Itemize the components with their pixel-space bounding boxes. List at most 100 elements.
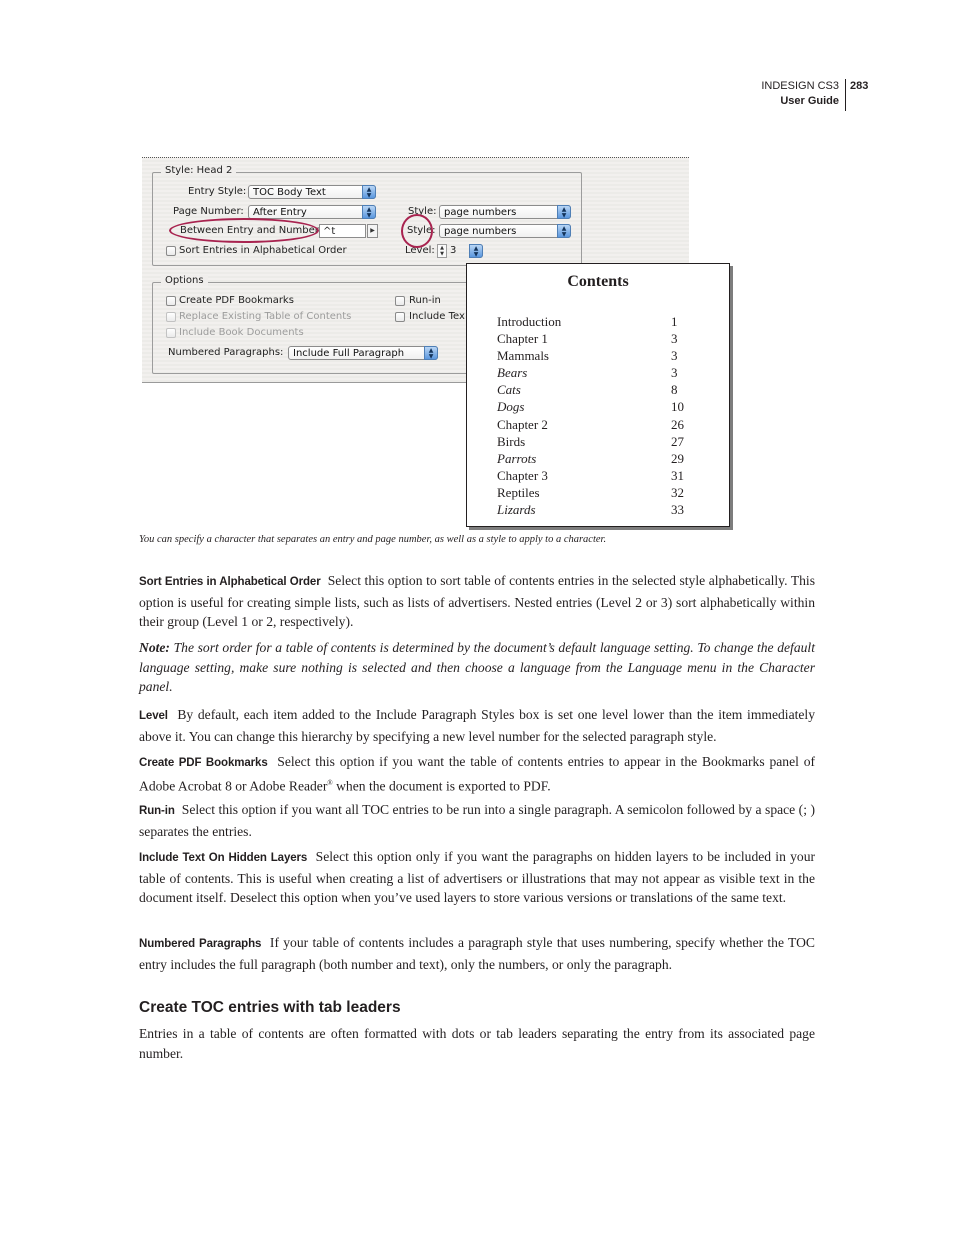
level-select[interactable]: ▲ ▼	[469, 244, 483, 258]
select-arrows-icon: ▲ ▼	[424, 346, 438, 360]
term-sort-entries: Sort Entries in Alphabetical Order	[139, 576, 321, 588]
toc-page-number: 10	[671, 399, 684, 415]
page-number: 283	[850, 80, 869, 92]
level-value[interactable]: 3	[450, 245, 456, 256]
toc-row: Parrots 29	[497, 450, 701, 467]
text-level: By default, each item added to the Inclu…	[139, 707, 815, 744]
between-entry-field[interactable]: ^t	[319, 224, 366, 238]
sort-entries-checkbox[interactable]	[166, 246, 176, 256]
toc-page-number: 8	[671, 382, 678, 398]
toc-page-number: 33	[671, 502, 684, 518]
entry-style-label: Entry Style:	[188, 186, 247, 197]
guide-name: User Guide	[780, 95, 839, 107]
select-arrows-icon: ▲ ▼	[557, 205, 571, 219]
toc-entry: Mammals	[497, 348, 549, 364]
toc-sample-title: Contents	[567, 273, 629, 290]
numbered-paragraphs-label: Numbered Paragraphs:	[168, 347, 284, 358]
page-number-select[interactable]: After Entry ▲ ▼	[248, 205, 376, 219]
note-label: Note:	[139, 640, 170, 655]
paragraph-sort-entries: Sort Entries in Alphabetical Order Selec…	[139, 571, 815, 632]
include-text-hidden-checkbox[interactable]	[395, 312, 405, 322]
paragraph-tab-leaders: Entries in a table of contents are often…	[139, 1026, 815, 1061]
select-arrows-icon: ▲ ▼	[362, 185, 376, 199]
insert-special-char-button[interactable]: ▶	[367, 224, 378, 238]
toc-entry: Dogs	[497, 399, 525, 415]
page-number-style-value: page numbers	[444, 207, 517, 218]
sort-entries-label: Sort Entries in Alphabetical Order	[179, 245, 347, 256]
term-level: Level	[139, 710, 168, 722]
text-run-in: Select this option if you want all TOC e…	[139, 802, 815, 839]
select-arrows-icon: ▲ ▼	[469, 244, 483, 258]
run-in-checkbox[interactable]	[395, 296, 405, 306]
toc-entry: Lizards	[497, 502, 536, 518]
toc-page-number: 3	[671, 365, 678, 381]
section-heading: Create TOC entries with tab leaders	[139, 999, 401, 1016]
toc-page-number: 27	[671, 433, 684, 449]
toc-page-number: 3	[671, 331, 678, 347]
toc-page-number: 32	[671, 484, 684, 500]
separator-style-select[interactable]: page numbers ▲ ▼	[439, 224, 571, 238]
text-create-pdf-bookmarks-end: when the document is exported to PDF.	[332, 778, 551, 794]
style-group-legend: Style: Head 2	[161, 165, 237, 176]
toc-page-number: 1	[671, 314, 678, 329]
toc-row: Reptiles 32	[497, 484, 701, 501]
term-create-pdf-bookmarks: Create PDF Bookmarks	[139, 757, 268, 769]
toc-entry: Introduction	[497, 314, 562, 329]
toc-row: Chapter 2 26	[497, 416, 701, 433]
callout-between-entry	[169, 218, 319, 243]
toc-row: Mammals 3	[497, 347, 701, 364]
toc-sample-box: Contents Introduction 1 Chapter 1 3 Mammals 3…	[466, 263, 730, 527]
paragraph-numbered-paragraphs: Numbered Paragraphs If your table of con…	[139, 933, 815, 974]
select-arrows-icon: ▲ ▼	[557, 224, 571, 238]
running-header: INDESIGN CS3 User Guide	[761, 79, 846, 111]
callout-style	[401, 214, 433, 248]
toc-entry: Reptiles	[497, 484, 540, 500]
toc-entry: Bears	[497, 365, 528, 381]
include-book-checkbox[interactable]	[166, 328, 176, 338]
toc-row: Cats 8	[497, 381, 701, 398]
create-pdf-bookmarks-checkbox[interactable]	[166, 296, 176, 306]
toc-row: Dogs 10	[497, 398, 701, 415]
toc-page-number: 29	[671, 450, 684, 466]
figure-caption: You can specify a character that separat…	[139, 534, 607, 545]
term-numbered-paragraphs: Numbered Paragraphs	[139, 938, 262, 950]
separator-style-value: page numbers	[444, 226, 517, 237]
page-number-style-select[interactable]: page numbers ▲ ▼	[439, 205, 571, 219]
toc-entry: Cats	[497, 382, 521, 398]
toc-page-number: 3	[671, 348, 678, 364]
replace-existing-label: Replace Existing Table of Contents	[179, 311, 352, 322]
toc-entry: Birds	[497, 433, 526, 449]
replace-existing-checkbox[interactable]	[166, 312, 176, 322]
toc-entry: Chapter 1	[497, 331, 548, 347]
toc-row: Birds 27	[497, 433, 701, 450]
run-in-label: Run-in	[409, 295, 441, 306]
toc-row: Chapter 3 31	[497, 467, 701, 484]
toc-entry: Chapter 3	[497, 467, 548, 483]
numbered-paragraphs-select[interactable]: Include Full Paragraph ▲ ▼	[288, 346, 438, 360]
paragraph-run-in: Run-in Select this option if you want al…	[139, 800, 815, 841]
paragraph-create-pdf-bookmarks: Create PDF Bookmarks Select this option …	[139, 752, 815, 796]
toc-row: Bears 3	[497, 364, 701, 381]
create-pdf-bookmarks-label: Create PDF Bookmarks	[179, 295, 294, 306]
select-arrows-icon: ▲ ▼	[362, 205, 376, 219]
paragraph-note: Note: The sort order for a table of cont…	[139, 638, 815, 697]
level-stepper[interactable]: ▲ ▼	[437, 244, 447, 258]
toc-entry: Parrots	[497, 450, 537, 466]
paragraph-include-text-hidden: Include Text On Hidden Layers Select thi…	[139, 847, 815, 908]
options-group-legend: Options	[161, 275, 208, 286]
toc-sample-list: Introduction 1 Chapter 1 3 Mammals 3 Bears 3 Cat…	[497, 313, 701, 518]
term-include-text-hidden: Include Text On Hidden Layers	[139, 852, 308, 864]
toc-entry: Chapter 2	[497, 416, 548, 432]
toc-row: Introduction 1	[497, 313, 701, 330]
page-number-label: Page Number:	[173, 206, 244, 217]
numbered-paragraphs-value: Include Full Paragraph	[293, 348, 405, 359]
product-name: INDESIGN CS3	[761, 80, 839, 92]
toc-page-number: 31	[671, 467, 684, 483]
paragraph-level: Level By default, each item added to the…	[139, 705, 815, 746]
entry-style-select[interactable]: TOC Body Text ▲ ▼	[248, 185, 376, 199]
include-text-hidden-label: Include Tex	[409, 311, 465, 322]
toc-row: Chapter 1 3	[497, 330, 701, 347]
note-text: The sort order for a table of contents i…	[139, 640, 815, 694]
toc-page-number: 26	[671, 416, 684, 432]
include-book-label: Include Book Documents	[179, 327, 304, 338]
